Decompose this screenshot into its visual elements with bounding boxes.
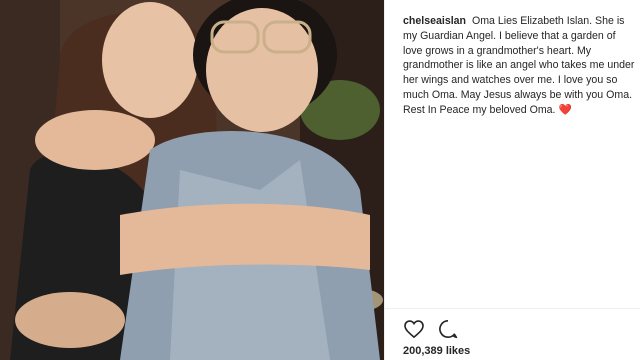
- comment-icon: [439, 320, 458, 339]
- post-caption: chelseaislan Oma Lies Elizabeth Islan. S…: [403, 14, 635, 118]
- likes-count[interactable]: 200,389 likes: [403, 345, 470, 357]
- username-link[interactable]: chelseaislan: [403, 15, 466, 27]
- like-button[interactable]: [403, 318, 425, 340]
- instagram-post: chelseaislan Oma Lies Elizabeth Islan. S…: [0, 0, 640, 360]
- photo-illustration: [0, 0, 384, 360]
- action-bar: [403, 318, 459, 340]
- post-sidebar: chelseaislan Oma Lies Elizabeth Islan. S…: [385, 0, 640, 360]
- actions-divider: [385, 308, 640, 309]
- caption-text: Oma Lies Elizabeth Islan. She is my Guar…: [403, 15, 635, 116]
- comment-button[interactable]: [437, 318, 459, 340]
- heart-icon: [404, 320, 424, 338]
- post-photo: [0, 0, 384, 360]
